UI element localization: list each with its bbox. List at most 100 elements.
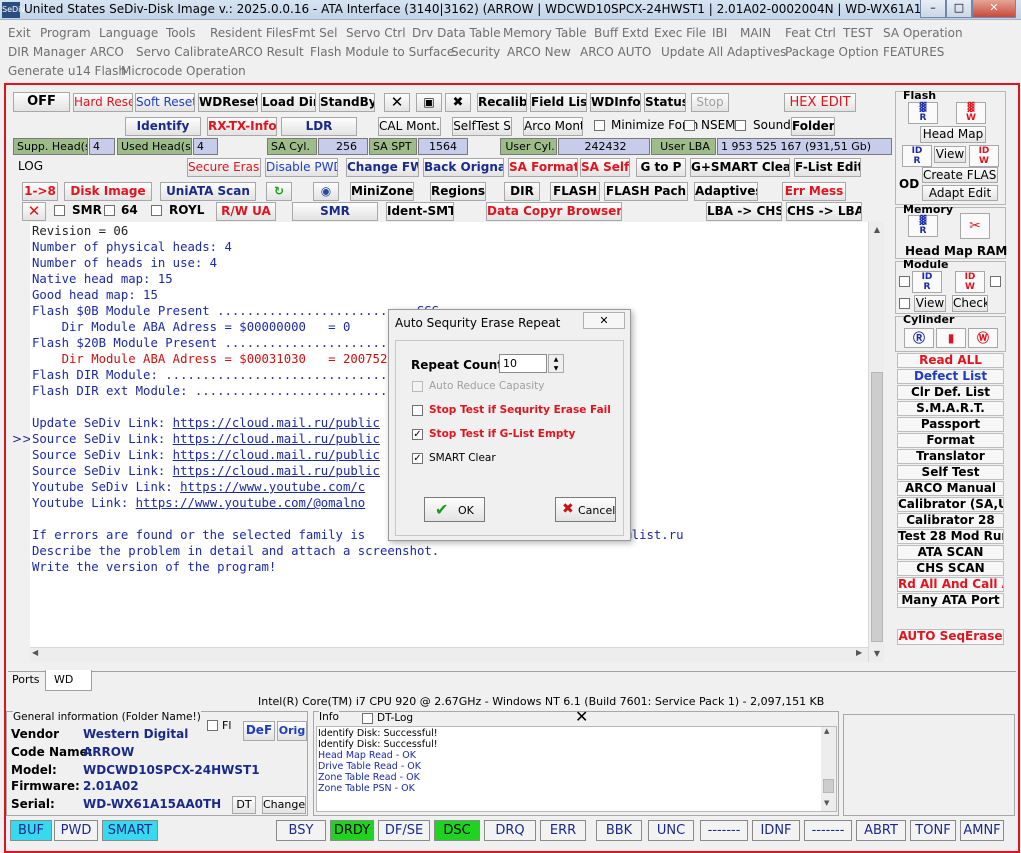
- selftest-s-button[interactable]: SelfTest S: [452, 117, 512, 136]
- module-check-button[interactable]: Check: [952, 295, 988, 312]
- menu-arco-result[interactable]: ARCO Result: [229, 45, 304, 59]
- cancel-x-icon[interactable]: ✕: [384, 93, 410, 112]
- dt-button[interactable]: DT: [232, 796, 256, 814]
- close-button[interactable]: ✕: [972, 0, 1016, 18]
- log-tab[interactable]: LOG: [18, 159, 43, 173]
- right-button-s-m-a-r-t[interactable]: S.M.A.R.T.: [897, 401, 1004, 416]
- menu-exit[interactable]: Exit: [8, 26, 31, 40]
- menu-program[interactable]: Program: [40, 26, 91, 40]
- menu-generate-u14-flash[interactable]: Generate u14 Flash: [8, 64, 126, 78]
- console-link[interactable]: https://www.youtube.com/@omalno: [136, 496, 366, 510]
- wdreset-button[interactable]: WDReset: [198, 93, 258, 112]
- menu-dir-manager[interactable]: DIR Manager: [8, 45, 86, 59]
- scroll-up-icon[interactable]: ▲: [869, 222, 885, 238]
- console-hscrollbar[interactable]: ◀ ▶: [30, 647, 868, 662]
- err-mess-button[interactable]: Err Mess: [782, 182, 846, 201]
- menu-drv-data-table[interactable]: Drv Data Table: [412, 26, 501, 40]
- id-write-icon[interactable]: ID W: [969, 145, 999, 167]
- right-button-arco-manual[interactable]: ARCO Manual: [897, 481, 1004, 496]
- smr-button[interactable]: SMR: [292, 202, 378, 221]
- back-orignal-button[interactable]: Back Orignal: [423, 158, 504, 177]
- g-to-p-button[interactable]: G to P: [636, 158, 686, 177]
- data-copyr-browser-button[interactable]: Data Copyr Browser: [486, 202, 622, 221]
- menu-resident-files[interactable]: Resident Files: [210, 26, 292, 40]
- module-read-checkbox[interactable]: [899, 276, 910, 287]
- rx-tx-info-button[interactable]: RX-TX-Info: [207, 117, 277, 136]
- one-to-eight-button[interactable]: 1->8: [22, 182, 58, 201]
- secure-erase-button[interactable]: Secure Erase: [187, 158, 261, 177]
- def-button[interactable]: DeF: [243, 721, 275, 741]
- info-scroll-up-icon[interactable]: ▲: [824, 727, 829, 735]
- right-button-calibrator-28[interactable]: Calibrator 28: [897, 513, 1004, 528]
- cylinder-read-icon[interactable]: Ⓡ: [904, 328, 934, 348]
- tab-ports[interactable]: Ports: [8, 672, 44, 689]
- stop-button[interactable]: Stop: [691, 93, 729, 112]
- flash-button[interactable]: FLASH: [550, 182, 600, 201]
- clear-x-icon[interactable]: ✕: [22, 202, 46, 221]
- create-flash-button[interactable]: Create FLASH: [922, 167, 998, 183]
- info-scroll-thumb[interactable]: [823, 779, 834, 793]
- menu-test[interactable]: TEST: [843, 26, 873, 40]
- menu-features[interactable]: FEATURES: [883, 45, 944, 59]
- menu-flash-module-to-surface[interactable]: Flash Module to Surface: [310, 45, 454, 59]
- dir-button[interactable]: DIR: [504, 182, 540, 201]
- adaptives-button[interactable]: Adaptives: [694, 182, 758, 201]
- smr-checkbox[interactable]: [54, 205, 65, 216]
- sound-checkbox[interactable]: [735, 120, 746, 131]
- refresh-icon[interactable]: ↻: [266, 182, 292, 201]
- disable-pwd-button[interactable]: Disable PWD: [265, 158, 338, 177]
- g-smart-clear-button[interactable]: G+SMART Clear: [690, 158, 790, 177]
- console-link[interactable]: https://cloud.mail.ru/public: [173, 448, 380, 462]
- info-scrollbar[interactable]: ▲ ▼: [821, 727, 836, 811]
- minimize-button[interactable]: –: [920, 0, 946, 18]
- sa-format-button[interactable]: SA Format: [508, 158, 578, 177]
- menu-main[interactable]: MAIN: [740, 26, 771, 40]
- menu-feat-ctrl[interactable]: Feat Ctrl: [785, 26, 836, 40]
- flash-read-icon[interactable]: ▓ R: [908, 102, 938, 124]
- minizone-button[interactable]: MiniZone: [350, 182, 414, 201]
- standby-button[interactable]: StandBy: [319, 93, 375, 112]
- right-button-many-ata-port[interactable]: Many ATA Port: [897, 593, 1004, 608]
- menu-buff-extd[interactable]: Buff Extd: [594, 26, 649, 40]
- cylinder-write-icon[interactable]: Ⓦ: [968, 328, 998, 348]
- right-button-passport[interactable]: Passport: [897, 417, 1004, 432]
- arco-mont-button[interactable]: Arco Mont.: [523, 117, 583, 136]
- ok-button[interactable]: ✔ OK: [424, 497, 485, 522]
- menu-tools[interactable]: Tools: [166, 26, 196, 40]
- recalib-button[interactable]: Recalib: [477, 93, 527, 112]
- save-disk-icon[interactable]: ▣: [416, 93, 442, 112]
- right-button-test-28-mod-run[interactable]: Test 28 Mod Run: [897, 529, 1004, 544]
- folder-button[interactable]: Folder: [791, 117, 835, 136]
- console-scrollbar[interactable]: ▲ ▼: [868, 222, 884, 662]
- dialog-close-icon[interactable]: ✕: [583, 312, 625, 329]
- id-read-icon[interactable]: ID R: [902, 145, 932, 167]
- flash-write-icon[interactable]: ▓ W: [956, 102, 986, 124]
- hard-reset-button[interactable]: Hard Reset: [73, 93, 133, 112]
- cylinder-bottle-icon[interactable]: ▮: [936, 328, 966, 348]
- memory-edit-icon[interactable]: ✂: [960, 213, 990, 239]
- scroll-down-icon[interactable]: ▼: [869, 646, 885, 662]
- menu-arco-new[interactable]: ARCO New: [507, 45, 571, 59]
- uniata-scan-button[interactable]: UniATA Scan: [160, 182, 256, 201]
- head-map-ram-label[interactable]: Head Map RAM: [905, 244, 1007, 258]
- wdinfo-button[interactable]: WDInfo: [590, 93, 641, 112]
- cancel-button[interactable]: ✖ Cancel: [555, 497, 616, 522]
- smart-clear-checkbox[interactable]: ✓: [412, 453, 423, 464]
- dt-log-checkbox[interactable]: [362, 713, 373, 724]
- orig-button[interactable]: Orig: [277, 721, 307, 741]
- camera-icon[interactable]: ◉: [313, 182, 339, 201]
- regions-button[interactable]: Regions: [430, 182, 486, 201]
- view-button[interactable]: View: [934, 146, 966, 163]
- sa-self-button[interactable]: SA Self: [580, 158, 630, 177]
- right-button-self-test[interactable]: Self Test: [897, 465, 1004, 480]
- chs-to-lba-button[interactable]: CHS -> LBA: [786, 202, 862, 221]
- console-link[interactable]: https://cloud.mail.ru/public: [173, 416, 380, 430]
- royl-checkbox[interactable]: [151, 205, 162, 216]
- right-button-chs-scan[interactable]: CHS SCAN: [897, 561, 1004, 576]
- menu-fmt-sel[interactable]: Fmt Sel: [292, 26, 337, 40]
- scroll-thumb[interactable]: [871, 372, 883, 642]
- hex-edit-button[interactable]: HEX EDIT: [784, 93, 856, 112]
- menu-microcode-operation[interactable]: Microcode Operation: [121, 64, 246, 78]
- ldr-button[interactable]: LDR: [281, 117, 357, 136]
- console-link[interactable]: https://cloud.mail.ru/public: [173, 432, 380, 446]
